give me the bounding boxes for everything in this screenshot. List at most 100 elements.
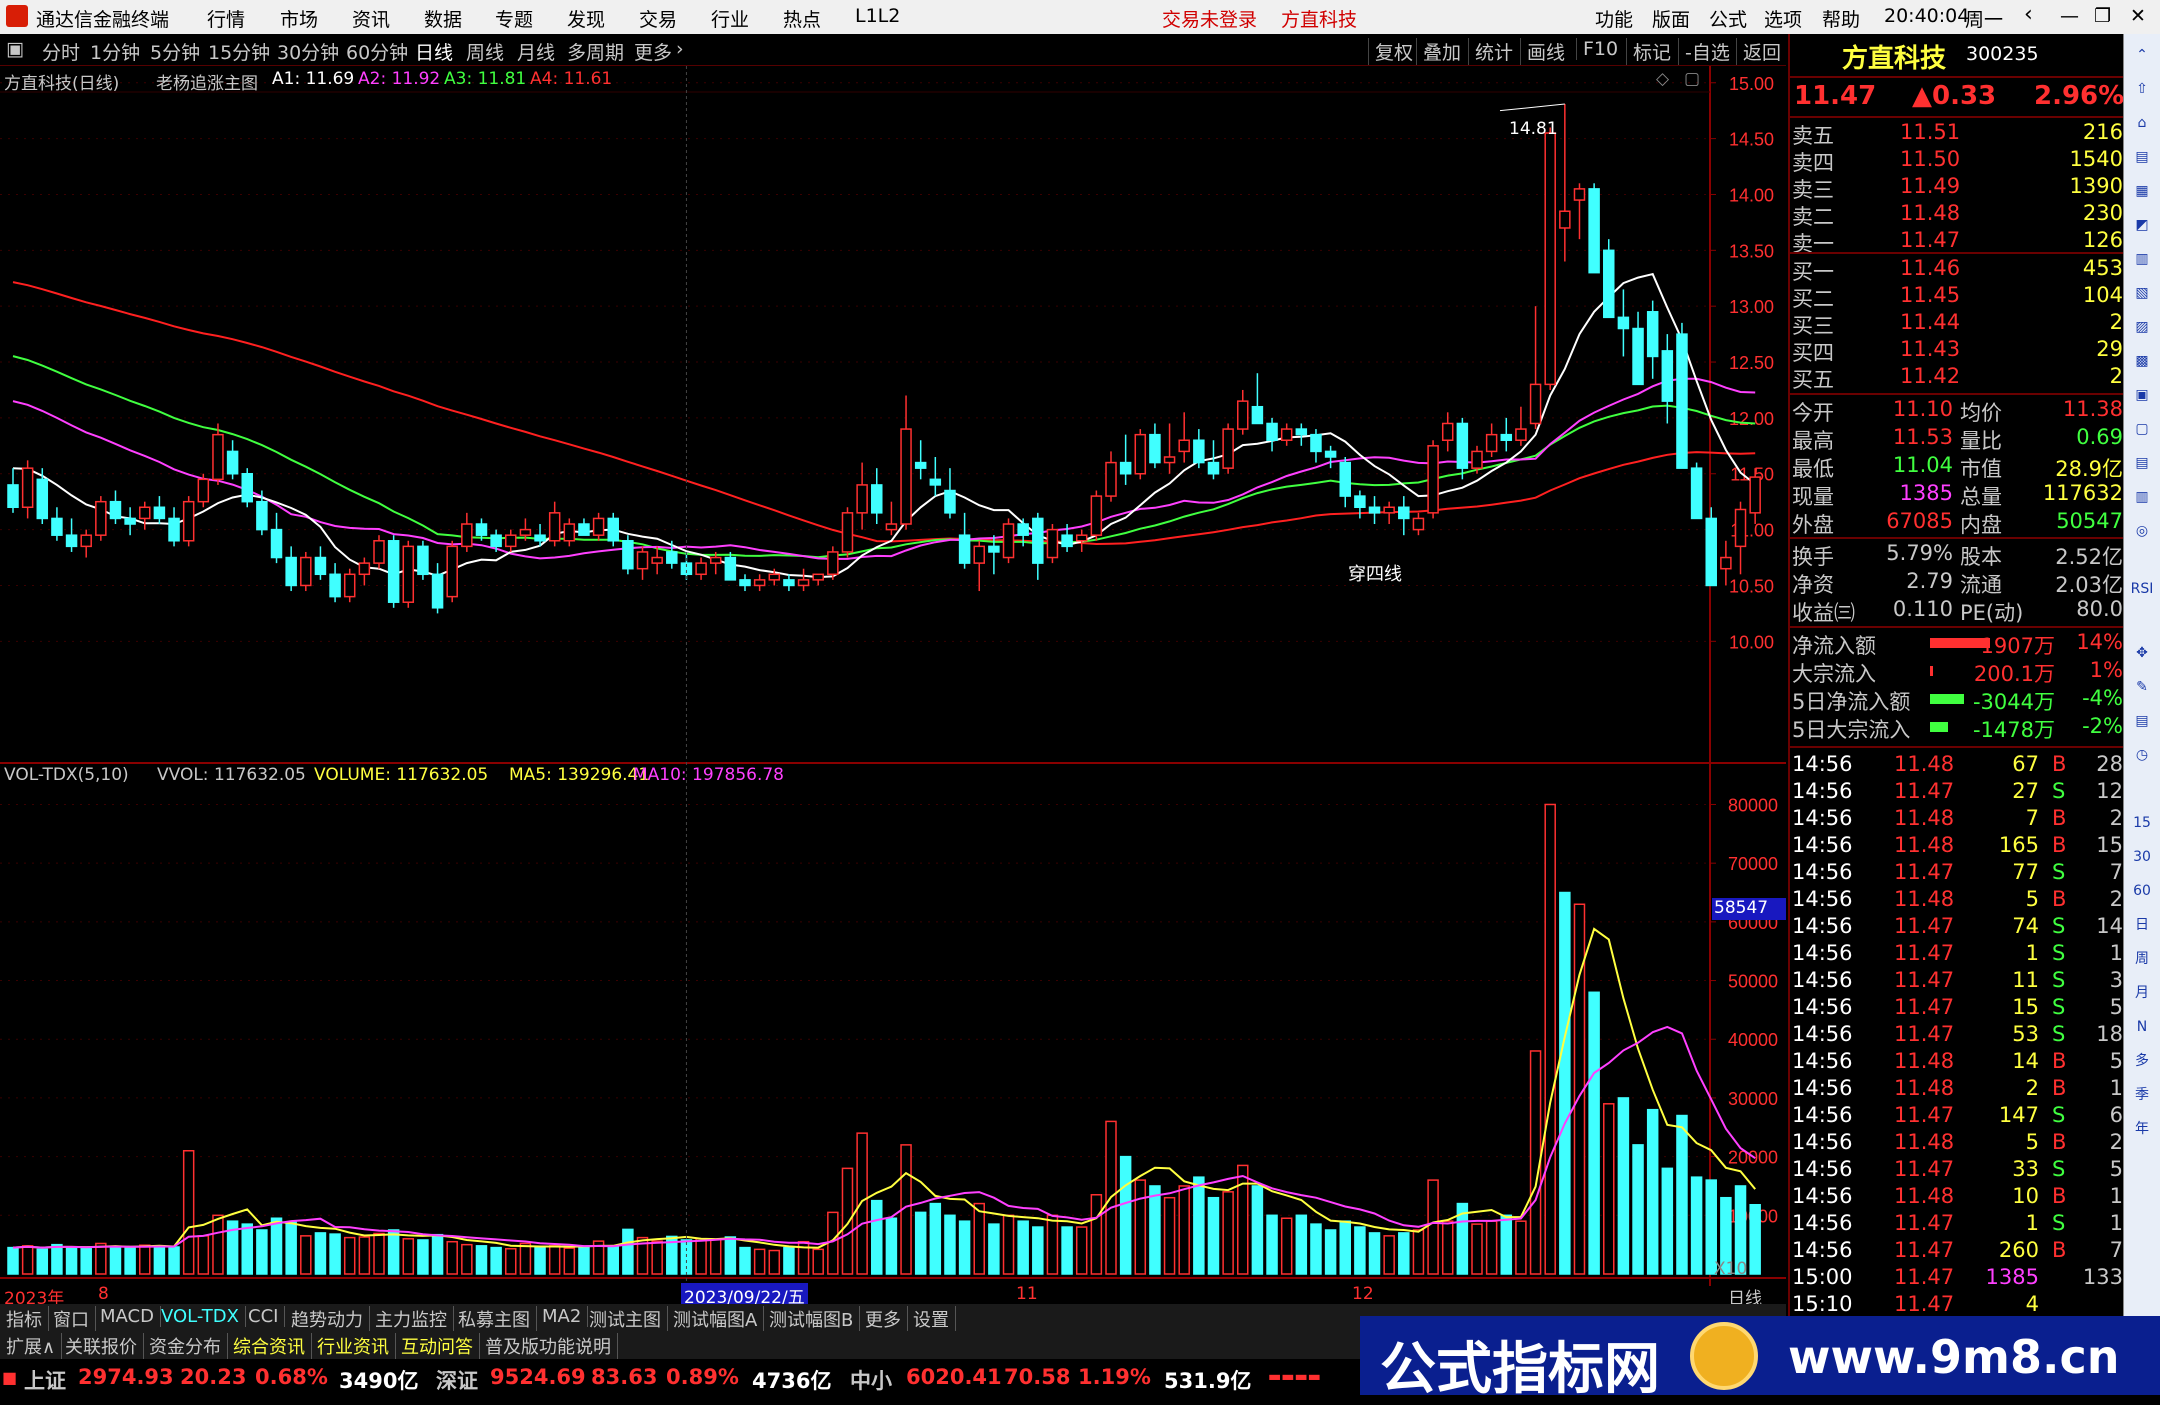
- indicator-tab[interactable]: 设置: [907, 1306, 956, 1332]
- menu-item[interactable]: 选项: [1764, 5, 1802, 32]
- indicator-tab[interactable]: CCI: [242, 1306, 286, 1327]
- period-shortcut[interactable]: N: [2128, 1014, 2156, 1040]
- money-flow-row[interactable]: 大宗流入 200.1万 1%: [1790, 658, 2125, 686]
- indicator-tab[interactable]: MACD: [94, 1306, 161, 1327]
- tool-icon[interactable]: ▨: [2128, 314, 2156, 340]
- tool-icon[interactable]: ▥: [2128, 246, 2156, 272]
- buy-level-row[interactable]: 买五 11.42 2: [1790, 364, 2125, 392]
- tool-icon[interactable]: ⌂: [2128, 110, 2156, 136]
- tick-row[interactable]: 14:56 11.47 147 S 6: [1790, 1103, 2125, 1130]
- tool-icon[interactable]: ◷: [2128, 742, 2156, 768]
- buy-level-row[interactable]: 买二 11.45 104: [1790, 283, 2125, 311]
- tick-row[interactable]: 14:56 11.48 5 B 2: [1790, 887, 2125, 914]
- toolbar-button[interactable]: 统计: [1468, 38, 1513, 65]
- diamond-icon[interactable]: ◇: [1656, 69, 1669, 89]
- toolbar-button[interactable]: -自选: [1678, 38, 1730, 65]
- indicator-tab[interactable]: 私募主图: [452, 1306, 537, 1332]
- menu-item[interactable]: 功能: [1595, 5, 1633, 32]
- menu-item[interactable]: 市场: [280, 5, 318, 32]
- tick-row[interactable]: 14:56 11.47 33 S 5: [1790, 1157, 2125, 1184]
- indicator-tab[interactable]: 主力监控: [369, 1306, 454, 1332]
- tick-row[interactable]: 14:56 11.47 74 S 14: [1790, 914, 2125, 941]
- toolbar-button[interactable]: 复权: [1368, 38, 1413, 65]
- tick-row[interactable]: 15:00 11.47 1385 133: [1790, 1265, 2125, 1292]
- toolbar-button[interactable]: 返回: [1736, 38, 1781, 65]
- period-shortcut[interactable]: 30: [2128, 844, 2156, 870]
- sell-level-row[interactable]: 卖五 11.51 216: [1790, 120, 2125, 148]
- vol-indicator-name[interactable]: VOL-TDX(5,10): [4, 765, 129, 785]
- period-tab-active[interactable]: 日线: [415, 38, 453, 65]
- tick-row[interactable]: 14:56 11.48 67 B 28: [1790, 752, 2125, 779]
- info-tab[interactable]: 普及版功能说明: [479, 1333, 618, 1359]
- tick-row[interactable]: 14:56 11.48 2 B 1: [1790, 1076, 2125, 1103]
- finance-stat-row[interactable]: 收益㈢ 0.110 PE(动) 80.0: [1790, 597, 2125, 625]
- period-shortcut[interactable]: 季: [2128, 1082, 2156, 1108]
- finance-stat-row[interactable]: 换手 5.79% 股本 2.52亿: [1790, 541, 2125, 569]
- tick-row[interactable]: 15:10 11.47 4: [1790, 1292, 2125, 1319]
- menu-item[interactable]: 交易: [639, 5, 677, 32]
- quote-stat-row[interactable]: 最高 11.53 量比 0.69: [1790, 425, 2125, 453]
- restore-icon[interactable]: ❐: [2094, 5, 2111, 27]
- menu-item[interactable]: 公式: [1709, 5, 1747, 32]
- indicator-tab[interactable]: 指标: [0, 1306, 49, 1332]
- period-tab[interactable]: 多周期: [567, 38, 624, 65]
- tool-icon[interactable]: ▤: [2128, 144, 2156, 170]
- quote-stat-row[interactable]: 今开 11.10 均价 11.38: [1790, 397, 2125, 425]
- menu-item[interactable]: 版面: [1652, 5, 1690, 32]
- toolbar-button[interactable]: 画线: [1520, 38, 1565, 65]
- indicator-tab[interactable]: 测试主图: [583, 1306, 668, 1332]
- money-flow-row[interactable]: 5日大宗流入 -1478万 -2%: [1790, 714, 2125, 742]
- tick-row[interactable]: 14:56 11.47 11 S 3: [1790, 968, 2125, 995]
- finance-stat-row[interactable]: 净资 2.79 流通 2.03亿: [1790, 569, 2125, 597]
- period-tab[interactable]: 分时: [42, 38, 80, 65]
- info-tab[interactable]: 关联报价: [59, 1333, 144, 1359]
- tick-row[interactable]: 14:56 11.47 260 B 7: [1790, 1238, 2125, 1265]
- quote-stat-row[interactable]: 外盘 67085 内盘 50547: [1790, 509, 2125, 537]
- sell-level-row[interactable]: 卖二 11.48 230: [1790, 201, 2125, 229]
- tick-row[interactable]: 14:56 11.48 5 B 2: [1790, 1130, 2125, 1157]
- info-tab[interactable]: 行业资讯: [311, 1333, 396, 1359]
- period-shortcut[interactable]: 多: [2128, 1048, 2156, 1074]
- tool-icon[interactable]: ⇧: [2128, 76, 2156, 102]
- tick-row[interactable]: 14:56 11.47 15 S 5: [1790, 995, 2125, 1022]
- tick-row[interactable]: 14:56 11.48 165 B 15: [1790, 833, 2125, 860]
- indicator-tab[interactable]: MA2: [536, 1306, 589, 1327]
- sell-level-row[interactable]: 卖四 11.50 1540: [1790, 147, 2125, 175]
- tick-row[interactable]: 14:56 11.48 7 B 2: [1790, 806, 2125, 833]
- indicator-tab[interactable]: 趋势动力: [285, 1306, 370, 1332]
- info-tab[interactable]: 扩展∧: [0, 1333, 63, 1359]
- period-tab[interactable]: 1分钟: [90, 38, 140, 65]
- indicator-tab[interactable]: 更多: [859, 1306, 908, 1332]
- tool-icon[interactable]: ▧: [2128, 280, 2156, 306]
- menu-item[interactable]: 帮助: [1822, 5, 1860, 32]
- index-name[interactable]: 上证: [24, 1365, 66, 1395]
- back-icon[interactable]: ‹: [2024, 2, 2033, 27]
- main-indicator-name[interactable]: 老杨追涨主图: [156, 69, 258, 94]
- period-shortcut[interactable]: 月: [2128, 980, 2156, 1006]
- tool-icon[interactable]: ▣: [2128, 382, 2156, 408]
- sell-level-row[interactable]: 卖三 11.49 1390: [1790, 174, 2125, 202]
- menu-item[interactable]: 行业: [711, 5, 749, 32]
- index-name[interactable]: 中小: [850, 1365, 892, 1395]
- indicator-tab[interactable]: 测试幅图B: [763, 1306, 861, 1332]
- tool-icon[interactable]: ✎: [2128, 674, 2156, 700]
- tool-icon[interactable]: ▤: [2128, 708, 2156, 734]
- quote-stat-row[interactable]: 现量 1385 总量 117632: [1790, 481, 2125, 509]
- menu-square-icon[interactable]: ▣: [6, 38, 24, 60]
- tool-icon[interactable]: ◩: [2128, 212, 2156, 238]
- tick-row[interactable]: 14:56 11.47 53 S 18: [1790, 1022, 2125, 1049]
- tool-icon[interactable]: ▥: [2128, 484, 2156, 510]
- kline-chart-area[interactable]: 15.00 14.50 14.00 13.50 13.00 12.50 12.00 11.50…: [0, 66, 1786, 1309]
- tick-row[interactable]: 14:56 11.47 1 S 1: [1790, 1211, 2125, 1238]
- toolbar-button[interactable]: 叠加: [1416, 38, 1461, 65]
- indicator-tab[interactable]: 测试幅图A: [667, 1306, 765, 1332]
- tick-row[interactable]: 14:56 11.47 1 S 1: [1790, 941, 2125, 968]
- period-tab[interactable]: 15分钟: [208, 38, 270, 65]
- tick-row[interactable]: 14:56 11.48 10 B 1: [1790, 1184, 2125, 1211]
- tick-row[interactable]: 14:56 11.48 14 B 5: [1790, 1049, 2125, 1076]
- period-shortcut[interactable]: RSI: [2128, 576, 2156, 602]
- period-shortcut[interactable]: 60: [2128, 878, 2156, 904]
- indicator-tab-active[interactable]: VOL-TDX: [155, 1306, 246, 1327]
- tool-icon[interactable]: ▩: [2128, 348, 2156, 374]
- square-icon[interactable]: ▢: [1684, 69, 1700, 89]
